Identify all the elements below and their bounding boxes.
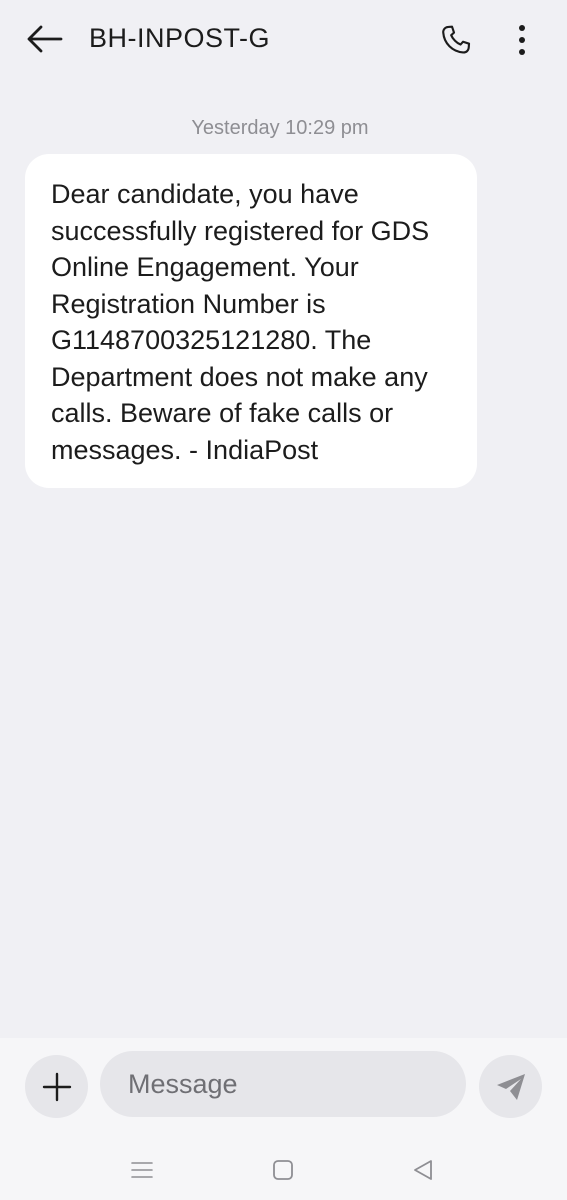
back-triangle-icon [414,1160,432,1180]
send-icon [496,1073,525,1100]
recent-apps-button[interactable] [124,1152,160,1188]
system-navigation-bar [0,1138,567,1200]
conversation-title: BH-INPOST-G [89,23,271,53]
add-attachment-button[interactable] [25,1055,88,1118]
more-vertical-icon [519,25,525,55]
message-composer [0,1038,567,1138]
menu-icon [131,1162,153,1178]
phone-icon [442,25,471,54]
top-app-bar: BH-INPOST-G [0,0,567,78]
incoming-message-bubble[interactable]: Dear candidate, you have successfully re… [25,154,477,488]
plus-icon [42,1072,71,1101]
more-options-button[interactable] [504,18,540,62]
send-button[interactable] [479,1055,542,1118]
system-back-button[interactable] [405,1152,441,1188]
message-timestamp: Yesterday 10:29 pm [191,117,369,139]
arrow-left-icon [27,25,63,53]
home-square-icon [273,1160,293,1180]
conversation-screen: BH-INPOST-G Yesterday 10:29 pm Dear cand… [0,0,567,1200]
back-button[interactable] [22,19,66,59]
message-input[interactable] [100,1051,466,1117]
home-button[interactable] [265,1152,301,1188]
call-button[interactable] [434,18,478,62]
